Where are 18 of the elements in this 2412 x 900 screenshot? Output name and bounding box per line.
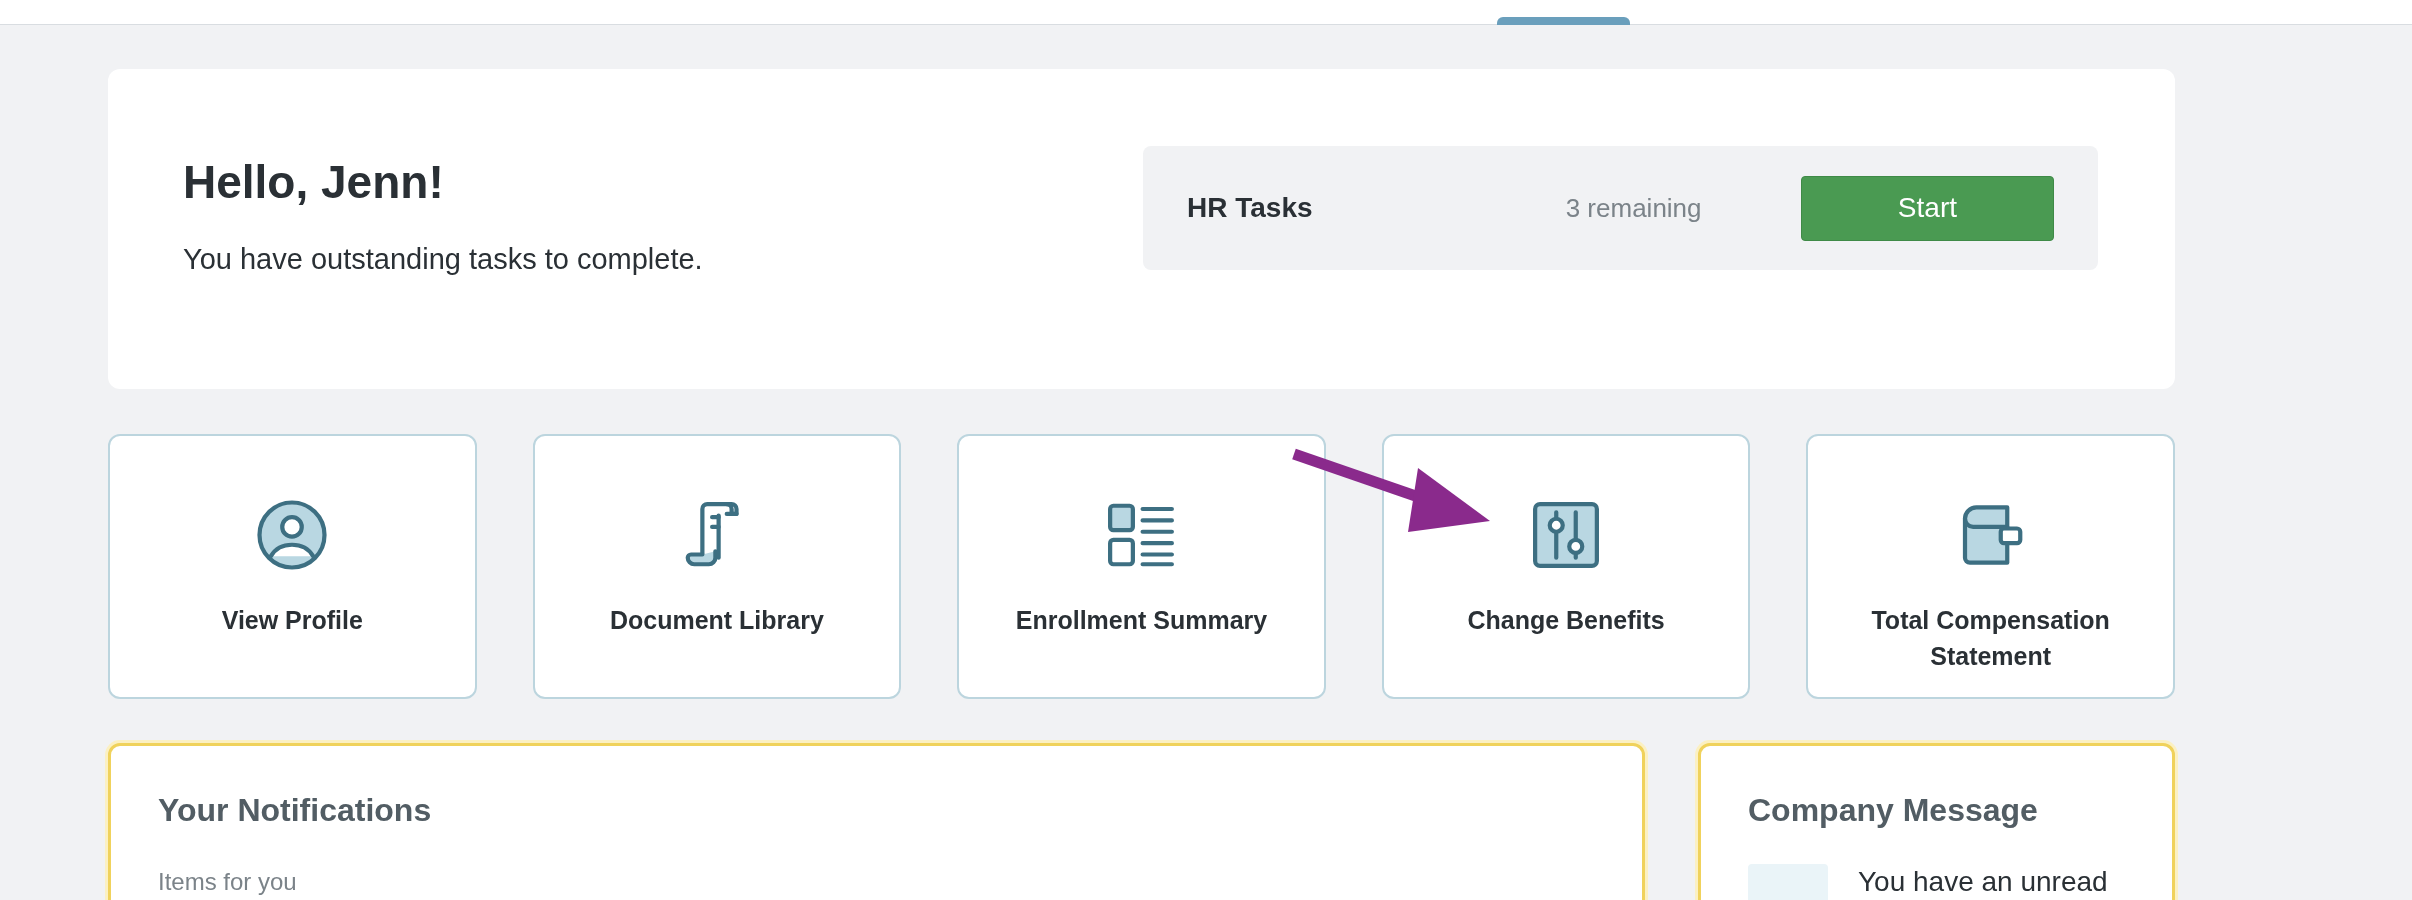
tile-label: Change Benefits <box>1466 605 1666 636</box>
tile-label: Enrollment Summary <box>1014 605 1269 636</box>
company-message-text: You have an unread <box>1858 865 2108 899</box>
tile-label: Total Compensation Statement <box>1870 605 2111 672</box>
shortcut-tile[interactable]: Change Benefits <box>1381 434 1751 699</box>
greeting-title: Hello, Jenn! <box>183 155 445 210</box>
shortcut-tile[interactable]: Total Compensation Statement <box>1806 434 2175 699</box>
notifications-subtitle: Items for you <box>158 867 298 897</box>
tile-label: View Profile <box>220 605 364 636</box>
shortcut-tile[interactable]: Document Library <box>532 434 902 699</box>
tile-label: Document Library <box>608 605 825 636</box>
remaining-count: 3 remaining <box>1565 191 1703 225</box>
shortcut-tile[interactable]: View Profile <box>108 434 477 699</box>
greeting-message: You have outstanding tasks to complete. <box>183 241 703 277</box>
hr-tasks-label: HR Tasks <box>1187 191 1314 225</box>
notifications-title: Your Notifications <box>158 791 433 830</box>
shortcut-tile[interactable]: Enrollment Summary <box>957 434 1326 699</box>
company-message-title: Company Message <box>1748 791 2039 830</box>
